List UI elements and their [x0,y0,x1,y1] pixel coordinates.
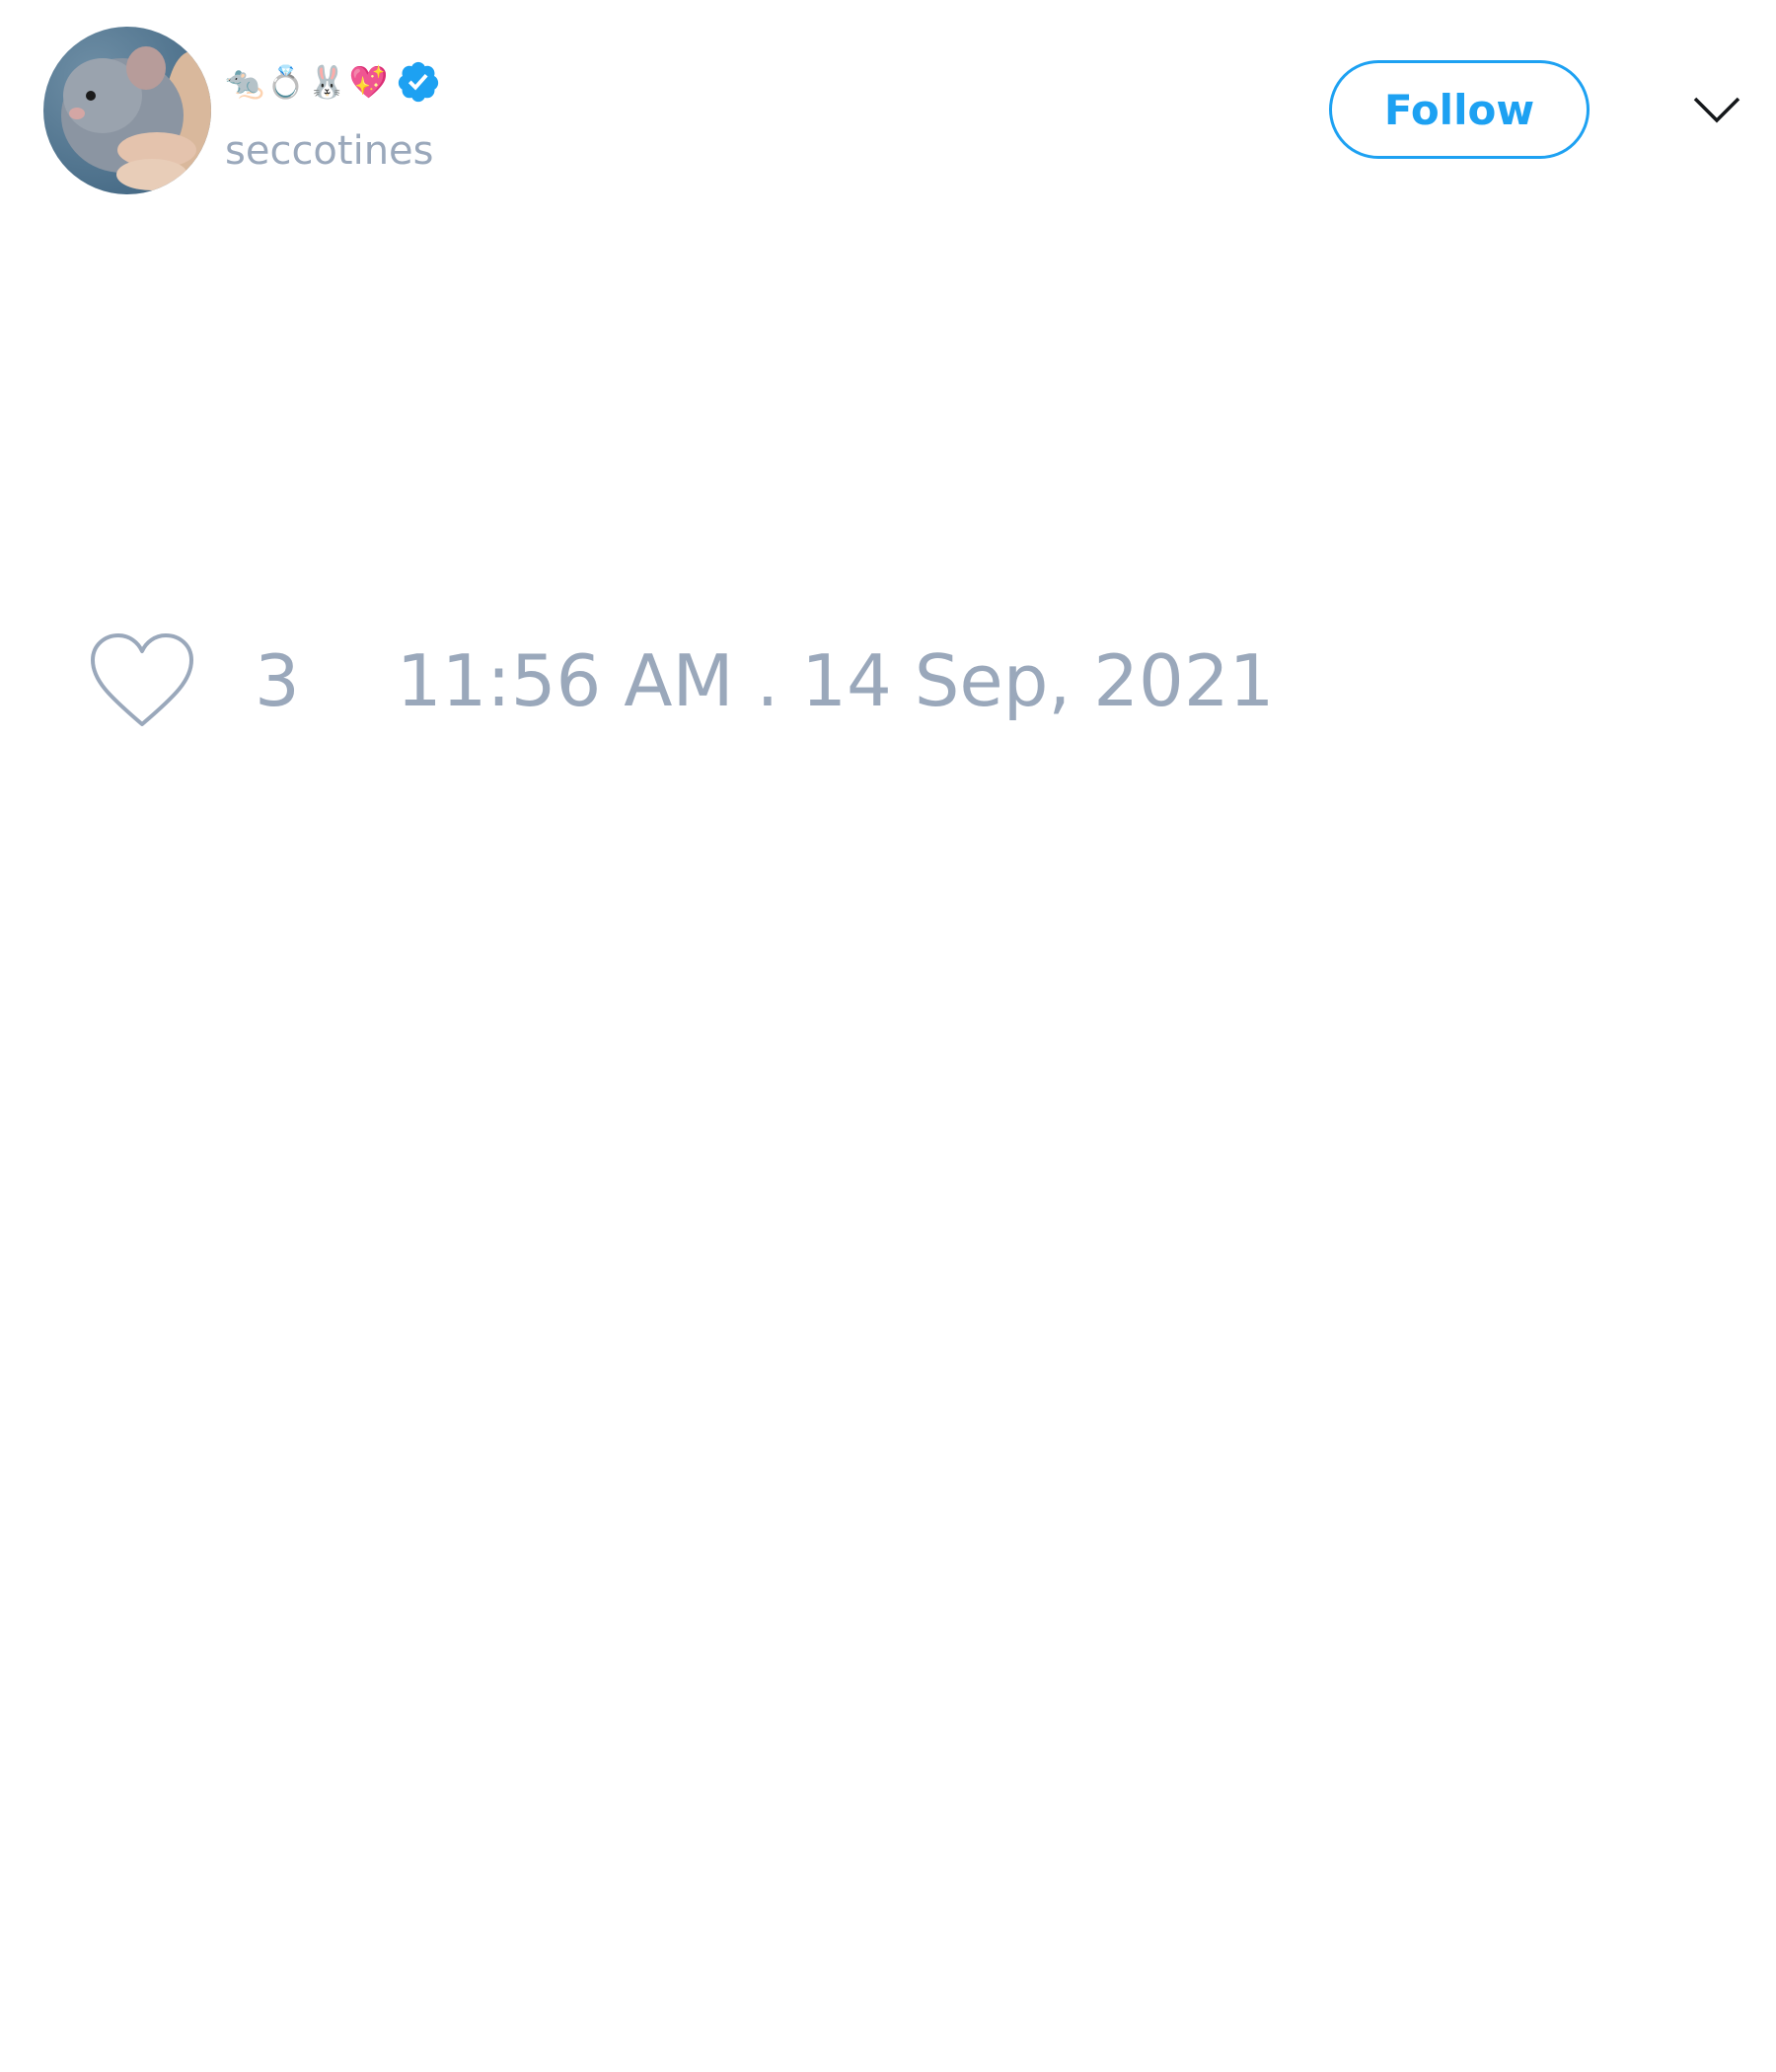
follow-button[interactable]: Follow [1329,60,1590,159]
like-count: 3 [255,639,300,722]
author-display-name[interactable]: 🐀💍🐰💖 [225,57,390,107]
rat-photo-avatar [43,27,211,194]
avatar[interactable] [43,27,211,194]
verified-badge-icon [396,59,441,105]
author-name-row[interactable]: 🐀💍🐰💖 [225,57,441,107]
tweet-timestamp[interactable]: 11:56 AM . 14 Sep, 2021 [397,639,1275,722]
heart-outline-icon[interactable] [89,632,195,729]
chevron-down-icon[interactable] [1692,91,1741,126]
tweet-meta-row: 3 11:56 AM . 14 Sep, 2021 [89,631,1274,730]
author-handle[interactable]: seccotines [225,126,434,176]
